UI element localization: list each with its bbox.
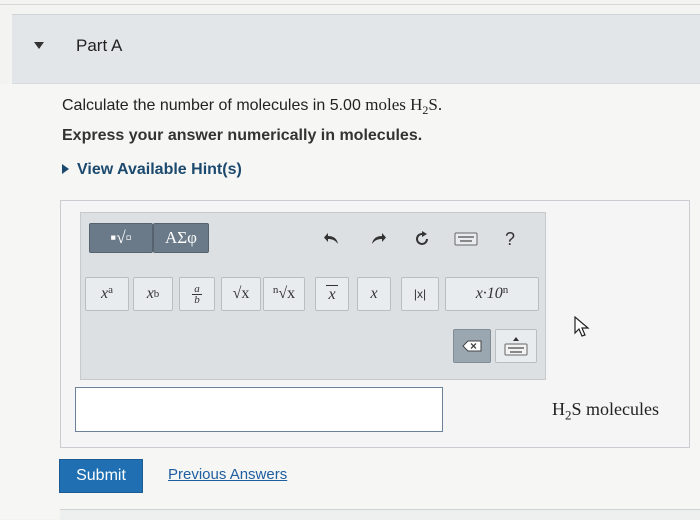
greek-symbols-button[interactable]: ΑΣφ bbox=[153, 223, 209, 253]
hat-button[interactable]: x bbox=[357, 277, 391, 311]
view-hints-link[interactable]: View Available Hint(s) bbox=[62, 161, 242, 179]
collapse-caret-icon[interactable] bbox=[34, 42, 44, 49]
keyboard-icon bbox=[454, 232, 478, 246]
keypad-toggle-icon bbox=[504, 337, 528, 356]
previous-answers-link[interactable]: Previous Answers bbox=[168, 466, 287, 483]
keypad-toggle-button[interactable] bbox=[495, 329, 537, 363]
mouse-cursor-icon bbox=[574, 316, 590, 337]
undo-icon bbox=[324, 233, 338, 244]
templates-button[interactable]: ▪√▫ bbox=[89, 223, 153, 253]
nth-root-button[interactable]: n √x bbox=[263, 277, 305, 311]
reset-icon bbox=[416, 231, 428, 245]
reset-button[interactable] bbox=[407, 225, 437, 253]
part-title: Part A bbox=[76, 36, 123, 55]
help-button[interactable]: ? bbox=[495, 225, 525, 253]
absolute-value-button[interactable]: |x| bbox=[401, 277, 439, 311]
redo-button[interactable] bbox=[363, 225, 393, 253]
fraction-button[interactable]: a b bbox=[179, 277, 215, 311]
keyboard-shortcuts-button[interactable] bbox=[451, 227, 481, 251]
submit-button[interactable]: Submit bbox=[59, 459, 143, 493]
vector-button[interactable]: x bbox=[315, 277, 349, 311]
answer-instruction: Express your answer numerically in molec… bbox=[62, 127, 423, 144]
superscript-button[interactable]: xa bbox=[85, 277, 129, 311]
subscript-button[interactable]: xb bbox=[133, 277, 173, 311]
math-toolbar: ▪√▫ ΑΣφ ? xa xb a b √x n √x x x |x| x·10 n bbox=[80, 212, 546, 380]
scientific-notation-button[interactable]: x·10 n bbox=[445, 277, 539, 311]
hint-expand-icon bbox=[62, 164, 69, 174]
delete-button[interactable] bbox=[453, 329, 491, 363]
top-divider bbox=[0, 4, 700, 5]
question-text: Calculate the number of molecules in 5.0… bbox=[62, 95, 443, 118]
undo-button[interactable] bbox=[317, 225, 347, 253]
square-root-button[interactable]: √x bbox=[221, 277, 261, 311]
next-section-edge bbox=[60, 509, 700, 520]
redo-icon bbox=[372, 233, 386, 244]
answer-input[interactable] bbox=[75, 387, 443, 432]
answer-units: H2S molecules bbox=[552, 399, 659, 423]
part-a-header[interactable]: Part A bbox=[12, 14, 700, 84]
backspace-icon bbox=[462, 340, 482, 352]
